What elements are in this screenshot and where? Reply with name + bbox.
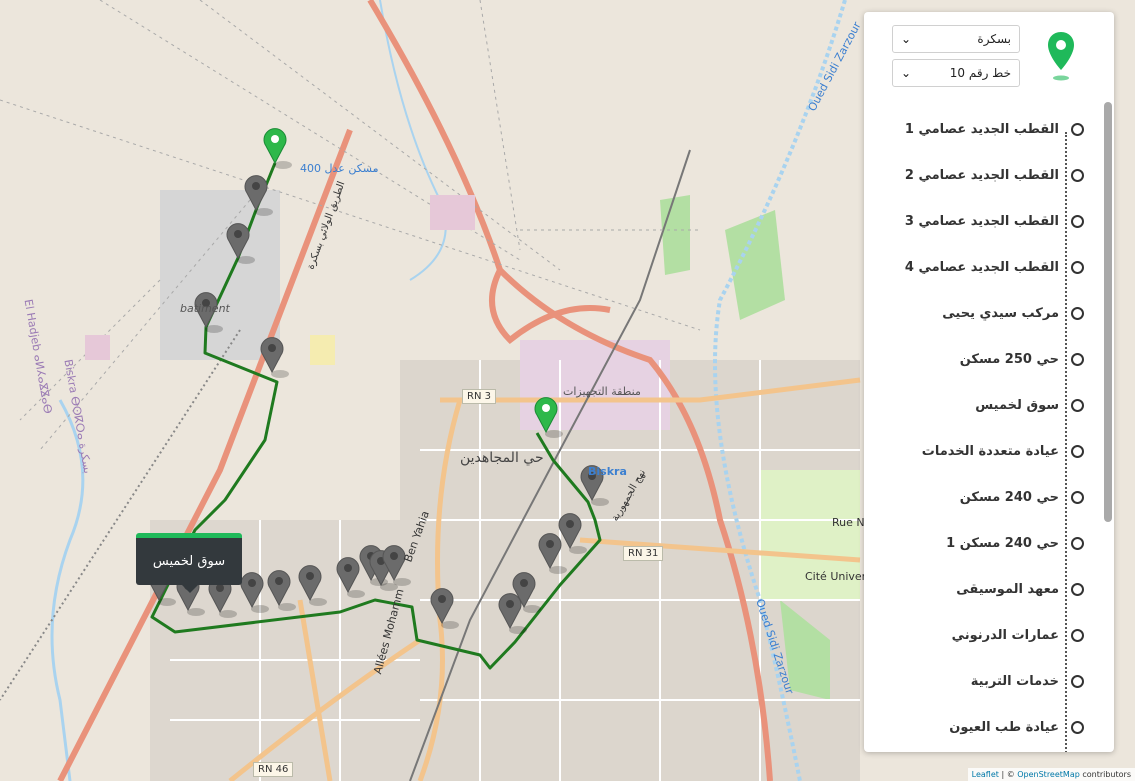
stop-circle-icon	[1071, 628, 1084, 642]
terminal-marker-icon[interactable]	[534, 397, 563, 438]
line-panel: ⌄ بسكرة ⌄ خط رقم 10 القطب الجديد عصامي 1…	[864, 12, 1114, 752]
stop-list: القطب الجديد عصامي 1 القطب الجديد عصامي 2…	[864, 102, 1104, 752]
stop-name: عيادة متعددة الخدمات	[921, 443, 1059, 459]
stop-name: القطب الجديد عصامي 2	[904, 167, 1059, 183]
stop-name: معهد الموسيقى	[956, 581, 1059, 597]
stop-circle-icon	[1071, 260, 1084, 274]
stop-marker-icon[interactable]	[430, 588, 459, 629]
stop-marker-icon[interactable]	[538, 533, 567, 574]
stop-circle-icon	[1071, 582, 1084, 596]
stop-name: خدمات التربية	[970, 673, 1059, 689]
stop-item[interactable]: القطب الجديد عصامي 2	[884, 160, 1084, 190]
stop-name: حي 250 مسكن	[959, 351, 1059, 367]
road-shield-rn3: RN 3	[462, 389, 496, 404]
stop-marker-icon[interactable]	[336, 557, 365, 598]
chevron-down-icon: ⌄	[901, 66, 912, 80]
stop-item[interactable]: القطب الجديد عصامي 3	[884, 206, 1084, 236]
stop-marker-icon[interactable]	[226, 223, 255, 264]
stop-item[interactable]: القطب الجديد عصامي 1	[884, 114, 1084, 144]
stop-item[interactable]: عمارات الدرنوني	[884, 620, 1084, 650]
line-select-value: خط رقم 10	[949, 66, 1011, 80]
stop-name: القطب الجديد عصامي 4	[904, 259, 1059, 275]
stop-marker-icon[interactable]	[240, 572, 269, 613]
stop-circle-icon	[1071, 214, 1084, 228]
stop-marker-icon[interactable]	[244, 175, 273, 216]
stop-name: مركب سيدي يحيى	[942, 305, 1059, 321]
stop-circle-icon	[1071, 720, 1084, 734]
stop-circle-icon	[1071, 352, 1084, 366]
stop-circle-icon	[1071, 306, 1084, 320]
tooltip-text: سوق لخميس	[152, 554, 226, 569]
stop-marker-icon[interactable]	[558, 513, 587, 554]
leaflet-link[interactable]: Leaflet	[972, 770, 999, 779]
stop-item[interactable]: حي 250 مسكن	[884, 344, 1084, 374]
osm-link[interactable]: OpenStreetMap	[1017, 770, 1080, 779]
map-label-batiment: batiment	[180, 302, 230, 315]
chevron-down-icon: ⌄	[901, 32, 912, 46]
stop-name: عيادة طب العيون	[949, 719, 1059, 735]
stop-item[interactable]: مركب سيدي يحيى	[884, 298, 1084, 328]
stop-marker-icon[interactable]	[267, 570, 296, 611]
city-select-value: بسكرة	[977, 32, 1011, 46]
stop-name: القطب الجديد عصامي 3	[904, 213, 1059, 229]
stop-name: القطب الجديد عصامي 1	[904, 121, 1059, 137]
map-label-equipment-zone: منطقة التجهيزات	[563, 385, 641, 398]
map-label-hay-moudjahidine: حي المجاهدين	[460, 450, 544, 466]
stop-item[interactable]: خدمات التربية	[884, 666, 1084, 696]
stop-item[interactable]: القطب الجديد عصامي 4	[884, 252, 1084, 282]
stop-circle-icon	[1071, 168, 1084, 182]
stop-name: سوق لخميس	[975, 397, 1059, 413]
stop-item[interactable]: معهد الموسيقى	[884, 574, 1084, 604]
stop-circle-icon	[1071, 536, 1084, 550]
map-label-rue-n: Rue N	[832, 516, 865, 529]
stop-tooltip: سوق لخميس	[136, 533, 242, 593]
stop-item[interactable]: سوق لخميس	[884, 390, 1084, 420]
stop-name: حي 240 مسكن 1	[946, 535, 1059, 551]
stop-marker-icon[interactable]	[298, 565, 327, 606]
stop-circle-icon	[1071, 122, 1084, 136]
stop-item[interactable]: عيادة طب العيون	[884, 712, 1084, 742]
map-attribution: Leaflet | © OpenStreetMap contributors	[967, 768, 1135, 781]
stop-item[interactable]: عيادة متعددة الخدمات	[884, 436, 1084, 466]
stop-name: عمارات الدرنوني	[951, 627, 1059, 643]
road-shield-rn31: RN 31	[623, 546, 664, 561]
city-select[interactable]: ⌄ بسكرة	[892, 25, 1020, 53]
stop-circle-icon	[1071, 490, 1084, 504]
location-pin-icon	[1048, 32, 1074, 81]
map-label-biskra: Biskra	[588, 465, 627, 478]
road-shield-rn46: RN 46	[253, 762, 294, 777]
stop-circle-icon	[1071, 444, 1084, 458]
stop-circle-icon	[1071, 398, 1084, 412]
stop-marker-icon[interactable]	[260, 337, 289, 378]
stop-item[interactable]: حي 240 مسكن 1	[884, 528, 1084, 558]
stop-name: حي 240 مسكن	[959, 489, 1059, 505]
terminal-marker-icon[interactable]	[263, 128, 292, 169]
map-label-adl: 400 مسكن عدل	[300, 162, 379, 175]
stop-item[interactable]: حي 240 مسكن	[884, 482, 1084, 512]
line-select[interactable]: ⌄ خط رقم 10	[892, 59, 1020, 87]
scrollbar-thumb[interactable]	[1104, 102, 1112, 522]
stop-circle-icon	[1071, 674, 1084, 688]
attribution-rest: contributors	[1079, 770, 1131, 779]
attribution-sep: | ©	[998, 770, 1018, 779]
